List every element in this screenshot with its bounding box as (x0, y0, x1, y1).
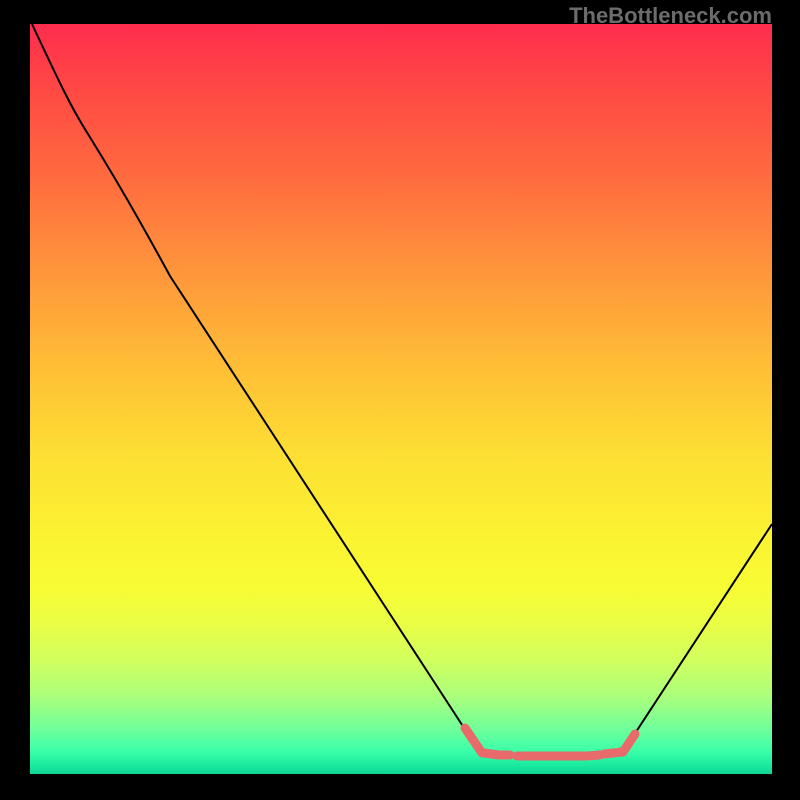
bottleneck-curve (32, 24, 772, 757)
marker-segment (465, 728, 482, 753)
chart-plot-area (30, 24, 772, 774)
marker-band (465, 728, 635, 756)
chart-svg (30, 24, 772, 774)
curve-series (32, 24, 772, 757)
marker-segment (623, 734, 635, 752)
watermark-text: TheBottleneck.com (569, 3, 772, 29)
marker-segment (587, 755, 600, 756)
